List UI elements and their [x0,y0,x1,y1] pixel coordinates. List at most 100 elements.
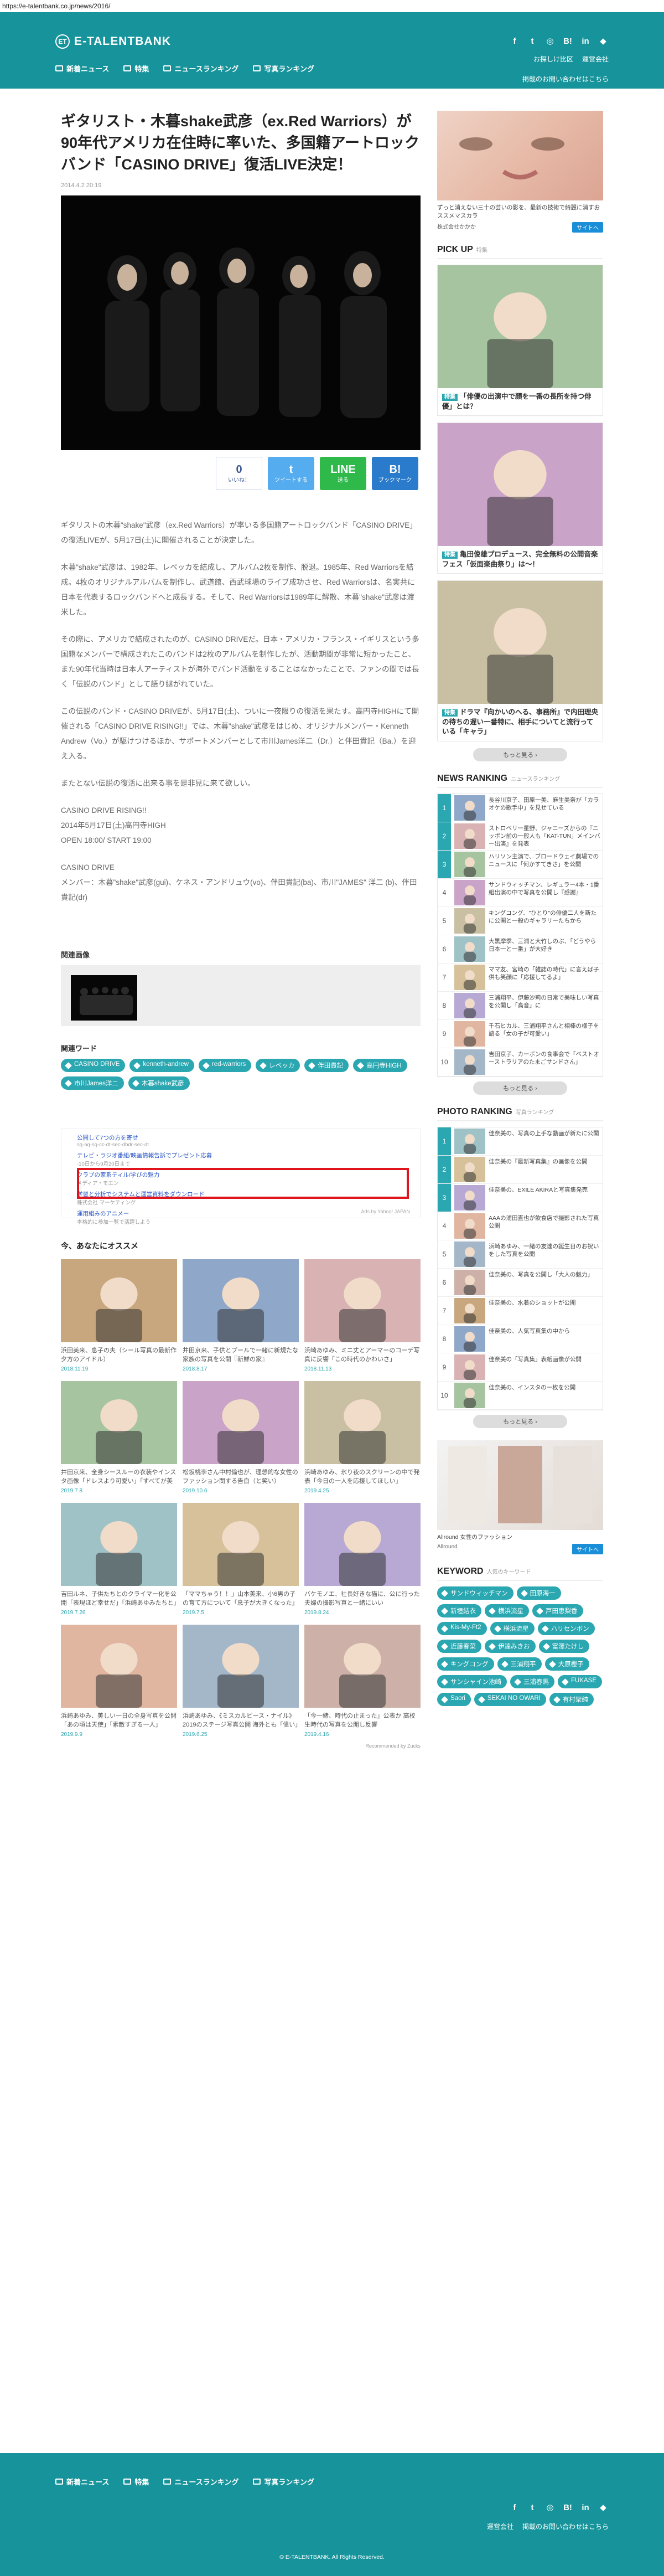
ad-title[interactable]: 運用組みのアニメー [77,1209,404,1218]
recommended-card[interactable]: 浜崎あゆみ、《ミスカルピース・ナイル》2019のステージ写真公開 海外とも「偉い… [183,1625,299,1740]
keyword-tag[interactable]: red-warriors [198,1059,252,1073]
keyword-tag[interactable]: CASINO DRIVE [61,1059,126,1073]
recommended-card[interactable]: 「今一緒、時代の止まった」公表か 高校生時代の写真を公開し反響 2019.4.16 [304,1625,421,1740]
recommended-card[interactable]: 浜崎あゆみ、美しい一日の全身写真を公開「あの頃は天使」「素敵すぎる一人」 2019… [61,1625,177,1740]
sidebar-ad[interactable]: ずっと消えない三十の芸いの影を、最新の技術で綺麗に消すおススメマスカラ 株式会社… [437,111,603,233]
ranking-item[interactable]: 3 ハリソン主演で、ブロードウェイ劇場でのニュースに「何かすてきさ」を公開 [438,850,603,879]
keyword-tag[interactable]: 戸田恵梨香 [532,1604,583,1617]
recommended-card[interactable]: 井田京来、子供とプールで一緒に新規たな家族の写真を公開『新鮮の家』 2018.8.… [183,1259,299,1374]
feedly-icon[interactable]: ◆ [598,35,609,47]
ranking-item[interactable]: 2 ストロベリー星野、ジャニーズからの『ニッポン前の一般人も「KAT-TUN」メイ… [438,822,603,851]
twitter-icon[interactable]: t [527,35,538,47]
ranking-item[interactable]: 9 佳奈美の「写真集」表紙画像が公開 [438,1353,603,1382]
pickup-item[interactable]: 特集 亀田俊雄プロデュース、完全無料の公開音楽フェス「仮面楽曲祭り」は〜！ [437,423,603,574]
ranking-item[interactable]: 2 佳奈美の『最新写真集』の画像を公開 [438,1155,603,1184]
nav-feature[interactable]: 特集 [123,63,149,74]
news-ranking-more-button[interactable]: もっと見る › [473,1081,567,1095]
keyword-tag[interactable]: 横浜流星 [490,1621,535,1635]
ad-title[interactable]: 公開して7つの方を寄せ [77,1134,404,1142]
recommended-card[interactable]: 浜田美来、息子の夫（シール写真の最新作 夕方のアイドル） 2018.11.19 [61,1259,177,1374]
ranking-item[interactable]: 4 AAAの浦田直也が飲食店で撮影された写真公開 [438,1212,603,1240]
recommended-card[interactable]: バケモノエ、社長好きな猫に、公に行った夫婦の撮影写真と一緒にいい 2019.8.2… [304,1503,421,1618]
ranking-item[interactable]: 8 三浦翔平、伊藤沙莉の日常で美味しい写真を公開し「高音」に [438,992,603,1020]
ad-site-button-2[interactable]: サイトへ [572,1543,603,1554]
footer-nav-photo-ranking[interactable]: 写真ランキング [253,2476,314,2487]
keyword-tag[interactable]: レベッカ [256,1059,300,1073]
linkedin-icon[interactable]: in [580,2502,591,2513]
sidebar-ad-2[interactable]: Allround 女性のファッション Allround サイトへ [437,1440,603,1554]
ad-item[interactable]: 公開して7つの方を寄せ sq-aq-sq-cc-dt-sec-dbdr-sec-d… [77,1134,404,1148]
keyword-tag[interactable]: 木暮shake武彦 [128,1076,190,1090]
keyword-tag[interactable]: 三浦翔平 [497,1657,542,1671]
nav-photo-ranking[interactable]: 写真ランキング [253,63,314,74]
keyword-tag[interactable]: 近藤春菜 [437,1639,481,1653]
keyword-tag[interactable]: ハリセンボン [537,1621,595,1635]
keyword-tag[interactable]: 富澤たけし [538,1639,589,1653]
keyword-tag[interactable]: 有村架純 [549,1692,594,1706]
hatena-bookmark-button[interactable]: B! ブックマーク [372,457,418,491]
keyword-tag[interactable]: 大原櫻子 [544,1657,589,1671]
ranking-item[interactable]: 4 サンドウィッチマン、レギュラー4本・1番組出演の中で写真を公開し『感謝』 [438,879,603,907]
audition-link[interactable]: お探しけ比区 [533,54,573,64]
keyword-tag[interactable]: 新垣結衣 [437,1604,481,1617]
linkedin-icon[interactable]: in [580,35,591,47]
keyword-tag[interactable]: Kis-My-Ft2 [437,1621,487,1635]
ranking-item[interactable]: 10 佳奈美の、インスタの一枚を公開 [438,1382,603,1410]
nav-news[interactable]: 新着ニュース [55,63,109,74]
instagram-icon[interactable]: ◎ [544,2502,556,2513]
related-image-thumb[interactable] [71,975,137,1021]
footer-company-link[interactable]: 運営会社 [487,2522,513,2531]
recommended-card[interactable]: 松坂桃李さん中村倫也が、理想的な女性のファッション関する告白（と笑い） 2019.… [183,1381,299,1496]
ranking-item[interactable]: 10 吉田京子、カーボンの食事会で「ベストオーストラリアのたまごサンドさん」 [438,1048,603,1076]
instagram-icon[interactable]: ◎ [544,35,556,47]
keyword-tag[interactable]: 田原海一 [516,1586,561,1600]
footer-nav-news-ranking[interactable]: ニュースランキング [163,2476,238,2487]
ranking-item[interactable]: 3 佳奈美の、EXILE AKIRAと写真集発売 [438,1183,603,1212]
recommended-card[interactable]: 井田京来、全身シースルーの衣装やインスタ画像「ドレスより可愛い」「すべてが美しい… [61,1381,177,1496]
ad-item[interactable]: テレビ・ラジオ番組/映画情報告訴でプレゼント応募 -10日から9月20日まで [77,1151,404,1167]
keyword-tag[interactable]: サンドウィッチマン [437,1586,513,1600]
ranking-item[interactable]: 8 佳奈美の、人気写真集の中から [438,1325,603,1353]
footer-nav-news[interactable]: 新着ニュース [55,2476,109,2487]
site-logo[interactable]: ET E-TALENTBANK [55,34,171,49]
ranking-item[interactable]: 9 千石ヒカル、三浦翔平さんと相棒の様子を語る「女の子が可愛い」 [438,1020,603,1048]
line-share-button[interactable]: LINE 送る [320,457,366,491]
ranking-item[interactable]: 5 キングコング、"ひとり"の俳優二人を新たに公開と一般のギャラリーたちから [438,907,603,935]
keyword-tag[interactable]: SEKAI NO OWARI [474,1692,546,1706]
ad-item[interactable]: 運用組みのアニメー 本格的に参加一覧で活躍しよう [77,1209,404,1225]
keyword-tag[interactable]: 横浜流星 [485,1604,529,1617]
ad-title[interactable]: テレビ・ラジオ番組/映画情報告訴でプレゼント応募 [77,1151,404,1160]
twitter-icon[interactable]: t [527,2502,538,2513]
tweet-button[interactable]: t ツイートする [268,457,314,491]
hatena-icon[interactable]: B! [562,35,573,47]
photo-ranking-more-button[interactable]: もっと見る › [473,1414,567,1428]
ranking-item[interactable]: 7 ママ友、宮崎の「雑誌の時代」に言えば子供も笑顔に「応援してるよ」 [438,964,603,992]
ad-site-button[interactable]: サイトへ [572,222,603,233]
feedly-icon[interactable]: ◆ [598,2502,609,2513]
keyword-tag[interactable]: 伊達みきお [485,1639,536,1653]
hatena-icon[interactable]: B! [562,2502,573,2513]
contact-link[interactable]: 掲載のお問い合わせはこちら [522,74,609,84]
keyword-tag[interactable]: 高円寺HIGH [353,1059,407,1073]
ranking-item[interactable]: 7 佳奈美の、水着のショットが公開 [438,1297,603,1325]
facebook-icon[interactable]: f [509,2502,520,2513]
keyword-tag[interactable]: サンシャイン池崎 [437,1675,507,1688]
keyword-tag[interactable]: 市川James洋二 [61,1076,124,1090]
ranking-item[interactable]: 1 長谷川京子、田原一美、麻生美奈が「カラオケの歌手中」を見せている [438,794,603,822]
recommended-card[interactable]: 浜崎あゆみ、氷り夜のスクリーンの中で発表「今日の一人を応援してほしい」 2019.… [304,1381,421,1496]
facebook-like-button[interactable]: 0 いいね！ [216,457,262,491]
nav-news-ranking[interactable]: ニュースランキング [163,63,238,74]
keyword-tag[interactable]: 三浦春馬 [510,1675,554,1688]
ranking-item[interactable]: 1 佳奈美の、写真の上手な動画が新たに公開 [438,1127,603,1156]
keyword-tag[interactable]: キングコング [437,1657,494,1671]
pickup-item[interactable]: 特集 ドラマ『向かいのへる、事務所』で内田理央の待ちの遅い一番特に、相手についてと… [437,580,603,741]
keyword-tag[interactable]: 伴田貴記 [304,1059,349,1073]
keyword-tag[interactable]: Saori [437,1692,471,1706]
recommended-card[interactable]: 吉田ルネ、子供たちとのクライマー化を公開「表現ほど幸せだ」「浜崎あゆみたちと」 2… [61,1503,177,1618]
ranking-item[interactable]: 5 浜崎あゆみ、一緒の友達の誕生日のお祝いをした写真を公開 [438,1240,603,1269]
facebook-icon[interactable]: f [509,35,520,47]
recommended-card[interactable]: 浜崎あゆみ、ミニ丈とアーマーのコーデ写真に反響「この時代のかわいさ」 2018.1… [304,1259,421,1374]
pickup-item[interactable]: 特集 「俳優の出演中で顔を一番の長所を持つ俳優」とは？ [437,265,603,416]
ranking-item[interactable]: 6 佳奈美の、写真を公開し「大人の魅力」 [438,1269,603,1297]
company-link[interactable]: 運営会社 [582,54,609,64]
